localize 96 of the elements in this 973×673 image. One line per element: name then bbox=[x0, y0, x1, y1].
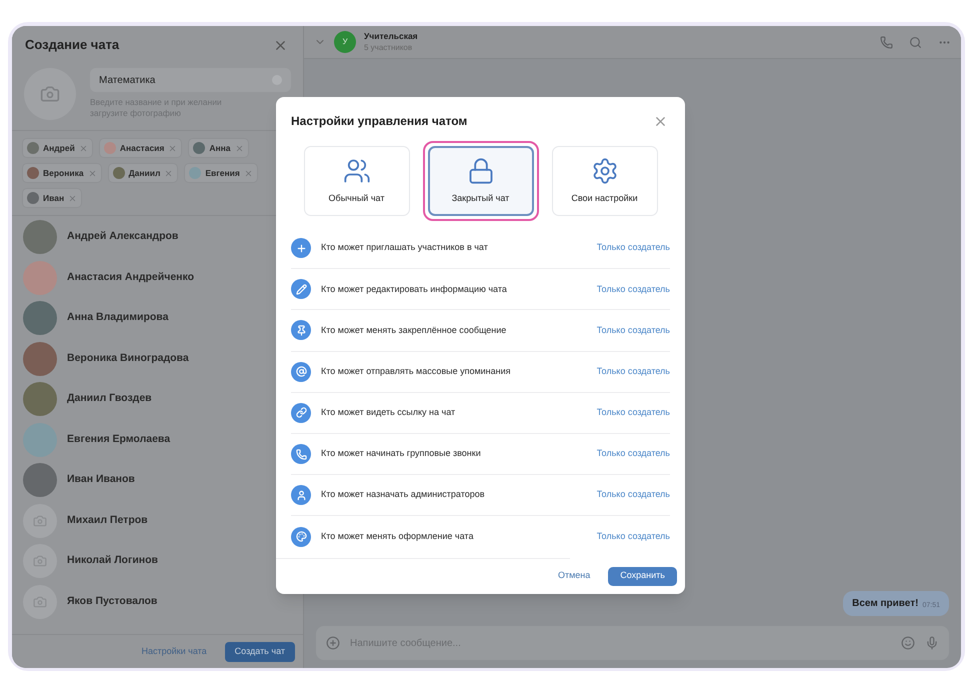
chip-label: Даниил bbox=[128, 166, 160, 180]
contact-row[interactable]: Иван Иванов bbox=[12, 460, 303, 500]
contact-row[interactable]: Анна Владимирова bbox=[12, 298, 303, 338]
chip-label: Анастасия bbox=[120, 142, 164, 154]
remove-icon[interactable] bbox=[164, 168, 174, 178]
setting-value-link[interactable]: Только создатель bbox=[596, 447, 670, 461]
chip-avatar-photo-placeholder bbox=[112, 167, 125, 179]
chip-label: Иван bbox=[43, 192, 64, 204]
setting-label: Кто может редактировать информацию чата bbox=[321, 282, 508, 296]
contact-row[interactable]: Вероника Виноградова bbox=[12, 338, 303, 379]
chat-type-option[interactable]: Свои настройки bbox=[552, 146, 658, 216]
name-input-field[interactable]: Математика bbox=[90, 68, 291, 92]
palette-icon bbox=[291, 526, 311, 547]
setting-label: Кто может менять оформление чата bbox=[321, 530, 474, 544]
contact-row[interactable]: Евгения Ермолаева bbox=[12, 420, 303, 460]
chip-label: Андрей bbox=[43, 142, 75, 154]
remove-icon[interactable] bbox=[244, 168, 253, 178]
settings-icon bbox=[590, 156, 618, 185]
phone-icon[interactable] bbox=[880, 36, 893, 48]
cancel-button[interactable]: Отмена bbox=[558, 569, 590, 583]
contact-name: Яков Пустовалов bbox=[67, 594, 158, 609]
chat-title: Учительская bbox=[364, 31, 418, 42]
smile-icon[interactable] bbox=[901, 636, 915, 650]
setting-value-link[interactable]: Только создатель bbox=[596, 241, 670, 255]
contact-name: Анастасия Андрейченко bbox=[67, 270, 194, 285]
search-icon[interactable] bbox=[909, 36, 922, 48]
field-value: Математика bbox=[99, 74, 156, 88]
chip-avatar-photo-placeholder bbox=[27, 192, 39, 204]
person-icon bbox=[291, 485, 311, 506]
camera-icon bbox=[33, 514, 47, 528]
setting-label: Кто может видеть ссылку на чат bbox=[321, 406, 456, 420]
at-sign-icon bbox=[291, 362, 311, 382]
camera-icon bbox=[33, 554, 47, 568]
remove-icon[interactable] bbox=[88, 168, 97, 178]
create-chat-button[interactable]: Создать чат bbox=[224, 642, 295, 662]
plus-circle-icon[interactable] bbox=[326, 636, 340, 650]
chip-avatar-photo-placeholder bbox=[27, 167, 39, 179]
chip-avatar-photo-placeholder bbox=[189, 167, 202, 179]
chip-avatar-photo-placeholder bbox=[27, 142, 39, 154]
setting-value-link[interactable]: Только создатель bbox=[596, 406, 670, 420]
setting-value-link[interactable]: Только создатель bbox=[596, 282, 670, 296]
camera-icon bbox=[33, 594, 47, 609]
chip-label: Вероника bbox=[43, 166, 84, 180]
member-chip[interactable]: Иван bbox=[22, 188, 82, 208]
setting-label: Кто может назначать администраторов bbox=[321, 488, 486, 502]
contact-name: Вероника Виноградова bbox=[67, 350, 189, 366]
member-chip[interactable]: Анна bbox=[188, 138, 248, 158]
setting-value-link[interactable]: Только создатель bbox=[596, 364, 670, 378]
chat-avatar: У bbox=[334, 31, 356, 53]
contact-name: Иван Иванов bbox=[67, 472, 135, 488]
chip-label: Анна bbox=[209, 142, 230, 154]
contact-row[interactable]: Яков Пустовалов bbox=[12, 582, 303, 622]
contact-name: Андрей Александров bbox=[67, 229, 178, 244]
contact-row[interactable]: Михаил Петров bbox=[12, 500, 303, 541]
member-chip[interactable]: Вероника bbox=[22, 163, 102, 183]
plus-icon bbox=[291, 238, 311, 258]
remove-icon[interactable] bbox=[68, 194, 78, 202]
contact-name: Евгения Ермолаева bbox=[67, 432, 170, 447]
setting-label: Кто может отправлять массовые упоминания bbox=[321, 364, 512, 378]
panel-title: Создание чата bbox=[25, 36, 120, 54]
chip-avatar-photo-placeholder bbox=[104, 142, 116, 154]
contact-row[interactable]: Анастасия Андрейченко bbox=[12, 258, 303, 298]
dialog-title: Настройки управления чатом bbox=[291, 113, 468, 130]
member-chip[interactable]: Даниил bbox=[108, 163, 178, 183]
setting-label: Кто может начинать групповые звонки bbox=[321, 447, 482, 460]
pencil-icon bbox=[291, 279, 311, 300]
setting-label: Кто может приглашать участников в чат bbox=[321, 241, 489, 254]
setting-value-link[interactable]: Только создатель bbox=[596, 488, 670, 502]
contact-row[interactable]: Андрей Александров bbox=[12, 217, 303, 258]
member-chip[interactable]: Евгения bbox=[184, 163, 258, 183]
chip-avatar-photo-placeholder bbox=[193, 142, 206, 154]
setting-label: Кто может менять закреплённое сообщение bbox=[321, 324, 508, 337]
member-chip[interactable]: Анастасия bbox=[98, 138, 182, 158]
people-icon bbox=[342, 156, 370, 185]
chat-type-option[interactable]: Закрытый чат bbox=[428, 146, 534, 216]
setting-value-link[interactable]: Только создатель bbox=[596, 530, 670, 544]
save-button[interactable]: Сохранить bbox=[608, 566, 677, 586]
chat-type-option[interactable]: Обычный чат bbox=[304, 146, 410, 216]
contact-name: Анна Владимирова bbox=[67, 310, 168, 326]
contact-name: Николай Логинов bbox=[67, 553, 158, 568]
contact-name: Михаил Петров bbox=[67, 512, 148, 528]
contact-row[interactable]: Даниил Гвоздев bbox=[12, 379, 303, 420]
phone-icon bbox=[291, 444, 311, 464]
setting-value-link[interactable]: Только создатель bbox=[596, 324, 670, 338]
chip-label: Евгения bbox=[205, 166, 240, 180]
contact-row[interactable]: Николай Логинов bbox=[12, 541, 303, 582]
remove-icon[interactable] bbox=[168, 144, 178, 152]
lock-icon bbox=[466, 156, 494, 185]
message-text: Всем привет! bbox=[852, 597, 918, 611]
contact-name: Даниил Гвоздев bbox=[67, 391, 152, 406]
link-icon bbox=[291, 402, 311, 423]
member-chip[interactable]: Андрей bbox=[22, 138, 93, 158]
pin-icon bbox=[291, 320, 311, 340]
remove-icon[interactable] bbox=[78, 144, 88, 152]
remove-icon[interactable] bbox=[234, 144, 244, 152]
microphone-icon[interactable] bbox=[925, 636, 939, 650]
